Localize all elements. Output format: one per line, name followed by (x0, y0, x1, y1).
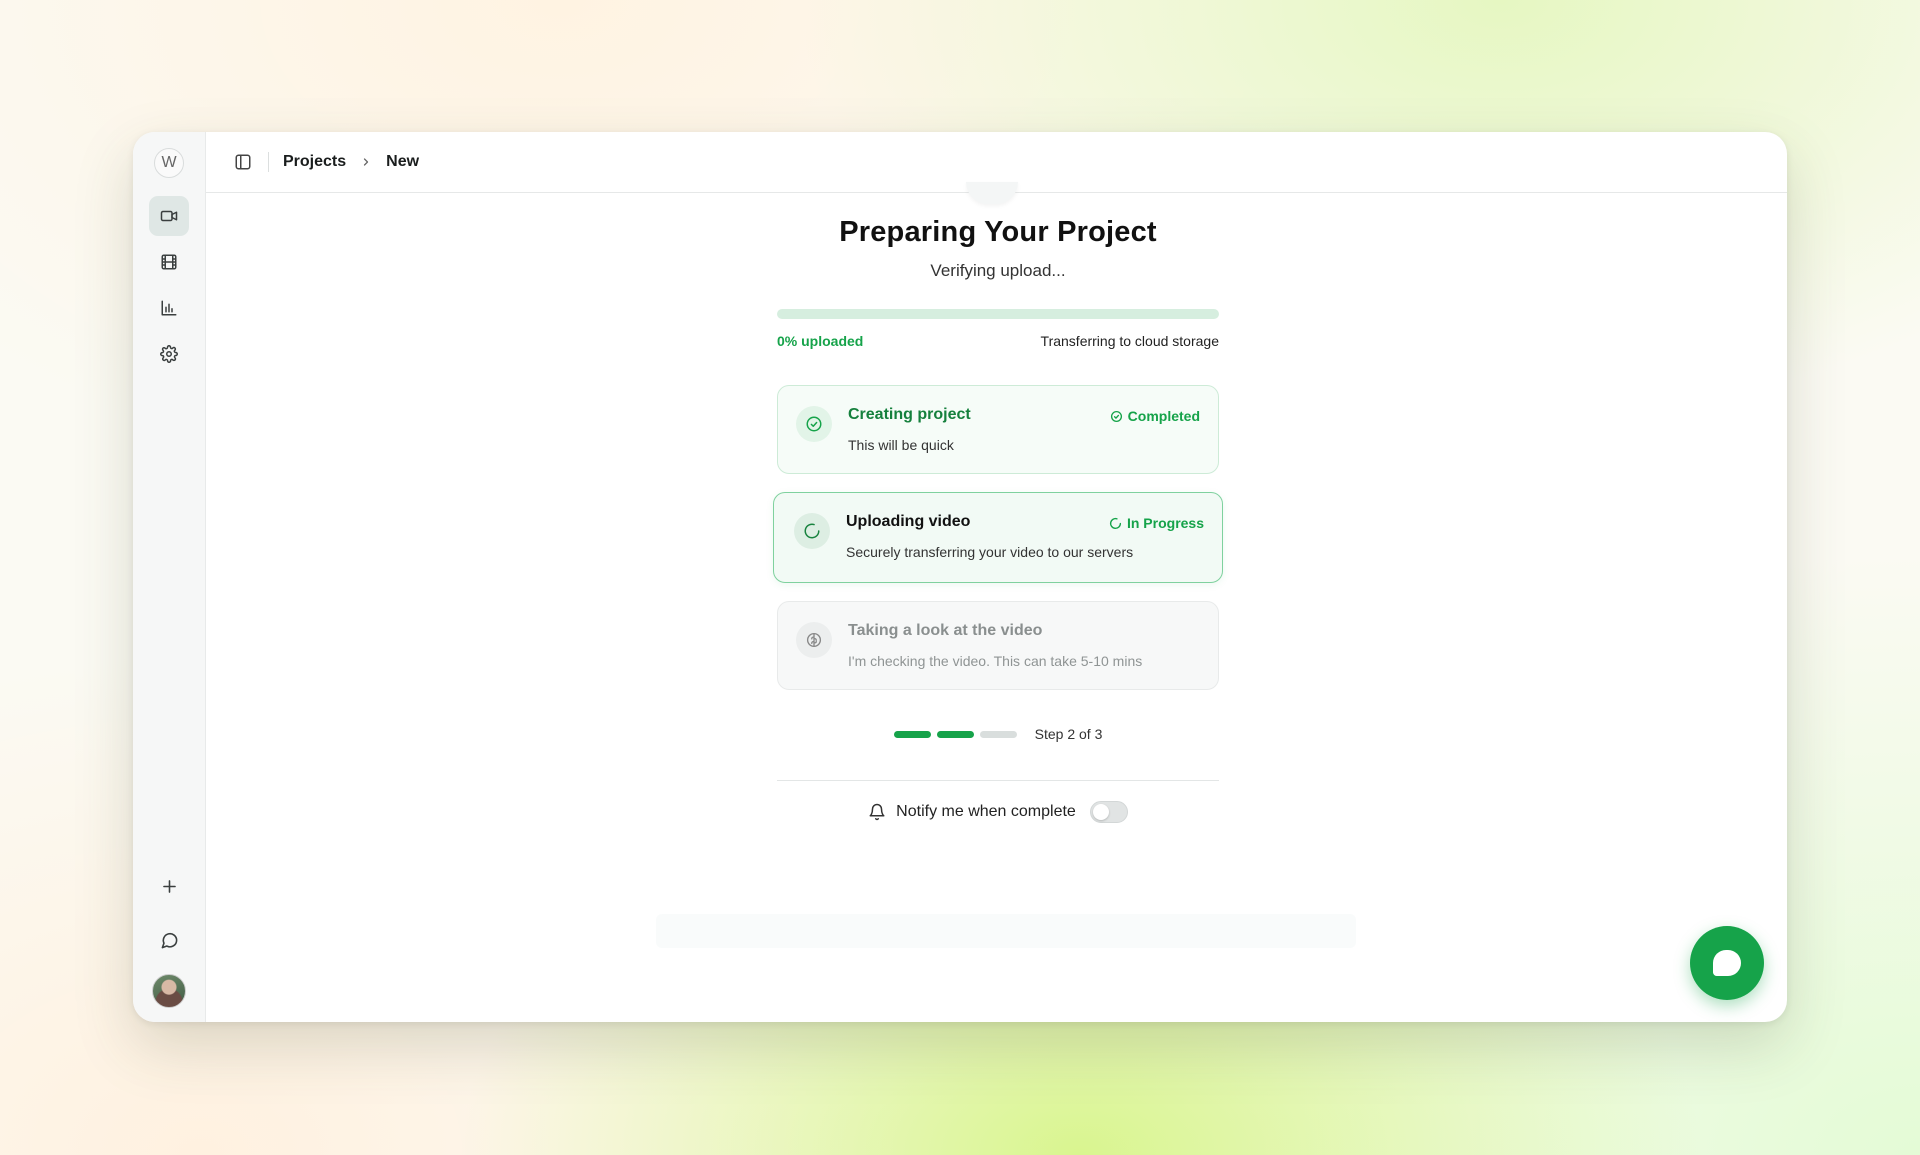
step-card-uploading-video: Uploading video Securely transferring yo… (773, 492, 1223, 583)
app-window: W Projects New Preparing Your Project Ve… (133, 132, 1787, 1022)
spinner-icon (794, 513, 830, 549)
chat-bubble-icon (161, 932, 177, 948)
step-card-analyzing-video: Taking a look at the video I'm checking … (777, 601, 1219, 690)
film-icon (161, 254, 177, 270)
chat-launcher-button[interactable] (1690, 926, 1764, 1000)
check-circle-icon (796, 406, 832, 442)
breadcrumb-current: New (386, 153, 420, 170)
toggle-knob (1092, 804, 1109, 820)
sidebar-item-settings[interactable] (149, 334, 189, 374)
upload-progress-bar (777, 309, 1219, 319)
sidebar-item-film[interactable] (149, 242, 189, 282)
plus-icon (162, 879, 176, 893)
chevron-right-icon (360, 156, 372, 168)
page-title: Preparing Your Project (839, 216, 1157, 248)
notify-row: Notify me when complete (777, 801, 1219, 823)
gear-icon (160, 345, 178, 363)
background-placeholder (656, 914, 1356, 948)
step-indicator: Step 2 of 3 (777, 726, 1219, 742)
spinner-icon (1109, 517, 1122, 529)
section-divider (777, 780, 1219, 781)
status-text: Completed (1127, 408, 1200, 424)
feedback-button[interactable] (149, 920, 189, 960)
chat-bubble-icon (1713, 950, 1741, 976)
sidebar: W (133, 132, 206, 1022)
step-segment (893, 730, 931, 738)
status-badge: Completed (1110, 408, 1200, 424)
sidebar-bottom (133, 866, 205, 1008)
notify-toggle[interactable] (1089, 801, 1128, 823)
upload-destination: Transferring to cloud storage (1040, 333, 1219, 349)
sidebar-toggle-button[interactable] (232, 151, 254, 173)
step-description: Securely transferring your video to our … (846, 544, 1134, 560)
video-camera-icon (160, 210, 178, 222)
notify-label: Notify me when complete (896, 803, 1076, 820)
upload-progress-meta: 0% uploaded Transferring to cloud storag… (777, 333, 1219, 349)
panel-left-icon (235, 154, 251, 170)
step-segment (936, 730, 974, 738)
content-area: Preparing Your Project Verifying upload.… (206, 182, 1787, 1022)
breadcrumb: Projects New (283, 153, 419, 171)
bar-chart-icon (161, 300, 177, 316)
sidebar-item-analytics[interactable] (149, 288, 189, 328)
topbar-divider (268, 152, 269, 172)
check-circle-icon (1110, 410, 1122, 422)
upload-percent: 0% uploaded (777, 333, 864, 349)
breadcrumb-projects[interactable]: Projects (283, 153, 346, 171)
add-button[interactable] (149, 866, 189, 906)
brain-icon (796, 622, 832, 658)
workspace-logo[interactable]: W (154, 148, 184, 178)
bell-icon (869, 803, 885, 821)
step-title: Taking a look at the video (848, 622, 1043, 639)
sidebar-item-video[interactable] (149, 196, 189, 236)
main-area: Projects New Preparing Your Project Veri… (206, 132, 1787, 1022)
step-description: This will be quick (848, 437, 954, 453)
status-badge: In Progress (1109, 515, 1204, 531)
page-subtitle: Verifying upload... (930, 261, 1066, 280)
step-description: I'm checking the video. This can take 5-… (848, 653, 1143, 669)
step-card-creating-project: Creating project This will be quick Comp… (777, 385, 1219, 474)
step-segment (979, 730, 1017, 738)
user-avatar[interactable] (152, 974, 186, 1008)
step-label: Step 2 of 3 (1034, 726, 1103, 742)
preparing-panel: Preparing Your Project Verifying upload.… (773, 194, 1223, 823)
sidebar-nav (149, 196, 189, 374)
status-text: In Progress (1126, 515, 1204, 531)
